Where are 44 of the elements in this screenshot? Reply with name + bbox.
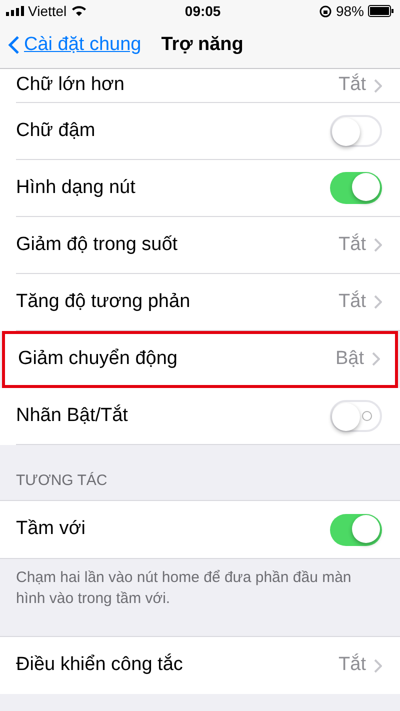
chevron-icon — [372, 352, 380, 366]
row-label: Điều khiển công tắc — [16, 652, 183, 678]
chevron-icon — [374, 658, 382, 672]
toggle-switch[interactable] — [330, 172, 382, 204]
carrier-name: Viettel — [28, 2, 67, 20]
rotation-lock-icon — [318, 4, 332, 18]
chevron-icon — [374, 295, 382, 309]
row-label: Giảm độ trong suốt — [16, 232, 178, 257]
row-label: Nhãn Bật/Tắt — [16, 404, 128, 428]
settings-row[interactable]: Tăng độ tương phản Tắt — [0, 274, 400, 331]
toggle-switch[interactable] — [330, 514, 382, 546]
row-value: Tắt — [338, 72, 366, 98]
row-label: Hình dạng nút — [16, 176, 136, 200]
settings-row[interactable]: Điều khiển công tắc Tắt — [0, 637, 400, 694]
row-label: Chữ lớn hơn — [16, 73, 124, 98]
settings-row[interactable]: Giảm độ trong suốt Tắt — [0, 217, 400, 274]
row-value: Bật — [335, 346, 364, 371]
clock-time: 09:05 — [184, 2, 221, 20]
settings-row[interactable]: Chữ lớn hơn Tắt — [0, 69, 400, 103]
row-label: Giảm chuyển động — [18, 346, 178, 371]
settings-row[interactable]: Nhãn Bật/Tắt — [0, 388, 400, 445]
settings-row[interactable]: Giảm chuyển động Bật — [2, 331, 398, 388]
section-header: TƯƠNG TÁC — [16, 470, 108, 490]
row-value: Tắt — [338, 232, 366, 257]
signal-icon — [6, 6, 24, 16]
settings-row[interactable]: Tầm với — [0, 501, 400, 558]
chevron-icon — [374, 78, 382, 92]
chevron-icon — [374, 238, 382, 252]
toggle-switch[interactable] — [330, 115, 382, 147]
row-label: Chữ đậm — [16, 118, 96, 143]
row-value: Tắt — [338, 290, 366, 314]
settings-row[interactable]: Hình dạng nút — [0, 160, 400, 217]
back-button[interactable]: Cài đặt chung — [8, 30, 142, 60]
wifi-icon — [70, 5, 87, 17]
row-value: Tắt — [338, 652, 366, 678]
nav-title: Trợ năng — [161, 32, 244, 57]
row-label: Tầm với — [16, 517, 86, 542]
battery-icon — [368, 5, 394, 17]
settings-row[interactable]: Chữ đậm — [0, 103, 400, 160]
toggle-switch[interactable] — [330, 400, 382, 432]
back-chevron-icon — [8, 35, 20, 55]
row-label: Tăng độ tương phản — [16, 290, 190, 314]
section-footer: Chạm hai lần vào nút home để đưa phần đầu màn hình vào trong tầm với. — [16, 567, 384, 609]
battery-percent: 98% — [336, 2, 364, 20]
